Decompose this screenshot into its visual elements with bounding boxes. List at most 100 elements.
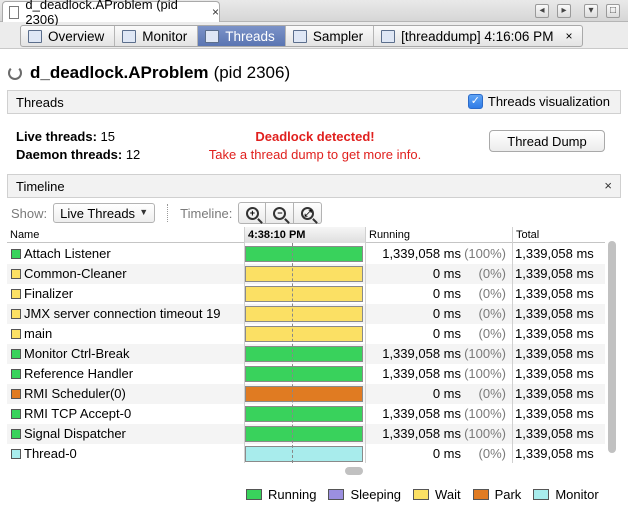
state-legend: Running Sleeping Wait Park Monitor xyxy=(246,487,611,502)
thread-name: Reference Handler xyxy=(24,366,134,381)
close-tab-icon[interactable]: × xyxy=(565,29,572,43)
table-row[interactable]: Reference Handler 1,339,058 ms (100%) 1,339… xyxy=(7,364,605,384)
close-icon[interactable]: × xyxy=(604,178,612,193)
timeline-section-title: Timeline xyxy=(16,178,65,194)
timeline-label: Timeline: xyxy=(180,205,233,221)
tab-list-icon[interactable]: ▾ xyxy=(584,4,598,18)
zoom-controls: + − ⤢ xyxy=(238,202,323,224)
zoom-out-button[interactable]: − xyxy=(266,202,295,224)
thread-name: RMI Scheduler(0) xyxy=(24,386,126,401)
zoom-in-icon: + xyxy=(245,206,259,220)
vertical-scrollbar[interactable] xyxy=(607,241,617,461)
thread-running-time: 1,339,058 ms xyxy=(382,366,461,381)
deadlock-hint: Take a thread dump to get more info. xyxy=(208,147,422,162)
thread-running-percent: (100%) xyxy=(464,246,506,261)
thread-name: Monitor Ctrl-Break xyxy=(24,346,130,361)
zoom-in-button[interactable]: + xyxy=(238,202,267,224)
column-name[interactable]: Name xyxy=(7,228,39,243)
view-tabs: Overview Monitor Threads Sampler [thread… xyxy=(20,25,584,47)
thread-state-swatch xyxy=(11,389,21,399)
show-select-value: Live Threads xyxy=(60,205,136,221)
table-row[interactable]: Attach Listener 1,339,058 ms (100%) 1,339,0… xyxy=(7,244,605,264)
table-row[interactable]: main 0 ms (0%) 1,339,058 ms xyxy=(7,324,605,344)
zoom-fit-button[interactable]: ⤢ xyxy=(294,202,323,224)
thread-name: Common-Cleaner xyxy=(24,266,127,281)
thread-state-swatch xyxy=(11,249,21,259)
thread-state-swatch xyxy=(11,309,21,319)
thread-timeline-bar xyxy=(245,326,363,342)
scroll-left-icon[interactable]: ◂ xyxy=(535,4,549,18)
thread-state-swatch xyxy=(11,349,21,359)
threads-icon xyxy=(205,29,220,43)
scroll-right-icon[interactable]: ▸ xyxy=(557,4,571,18)
thread-state-swatch xyxy=(11,289,21,299)
thread-state-swatch xyxy=(11,269,21,279)
thread-timeline-bar xyxy=(245,306,363,322)
thread-running-time: 0 ms xyxy=(432,306,461,321)
table-row[interactable]: JMX server connection timeout 19 0 ms (0%)… xyxy=(7,304,605,324)
legend-item-wait: Wait xyxy=(413,487,461,502)
table-row[interactable]: Monitor Ctrl-Break 1,339,058 ms (100%) 1,33… xyxy=(7,344,605,364)
thread-running-time: 1,339,058 ms xyxy=(382,426,461,441)
thread-name: JMX server connection timeout 19 xyxy=(24,306,221,321)
legend-item-monitor: Monitor xyxy=(533,487,599,502)
column-running[interactable]: Running xyxy=(365,228,410,243)
table-row[interactable]: Finalizer 0 ms (0%) 1,339,058 ms xyxy=(7,284,605,304)
app-pid: (pid 2306) xyxy=(213,63,291,82)
table-row[interactable]: Common-Cleaner 0 ms (0%) 1,339,058 ms xyxy=(7,264,605,284)
thread-running-time: 0 ms xyxy=(432,266,461,281)
monitor-icon xyxy=(122,29,137,43)
thread-state-swatch xyxy=(11,329,21,339)
table-row[interactable]: Signal Dispatcher 1,339,058 ms (100%) 1,339… xyxy=(7,424,605,444)
thread-timeline-bar xyxy=(245,426,363,442)
thread-timeline-bar xyxy=(245,386,363,402)
thread-timeline-bar xyxy=(245,446,363,462)
legend-item-running: Running xyxy=(246,487,316,502)
table-header: Name 4:38:10 PM Running Total xyxy=(7,227,605,243)
document-icon xyxy=(9,5,20,19)
thread-total-time: 1,339,058 ms xyxy=(515,246,594,261)
overview-icon xyxy=(28,29,42,43)
thread-running-time: 0 ms xyxy=(432,386,461,401)
thread-timeline-bar xyxy=(245,286,363,302)
document-tab[interactable]: d_deadlock.AProblem (pid 2306) × xyxy=(2,0,220,27)
thread-timeline-bar xyxy=(245,246,363,262)
thread-name: Finalizer xyxy=(24,286,74,301)
thread-running-percent: (0%) xyxy=(478,266,506,281)
checkbox-checked-icon[interactable]: ✓ xyxy=(467,94,483,109)
thread-total-time: 1,339,058 ms xyxy=(515,346,594,361)
thread-name: main xyxy=(24,326,53,341)
thread-running-percent: (0%) xyxy=(478,386,506,401)
table-row[interactable]: Thread-0 0 ms (0%) 1,339,058 ms xyxy=(7,444,605,463)
column-timeline[interactable]: 4:38:10 PM xyxy=(244,228,365,243)
thread-total-time: 1,339,058 ms xyxy=(515,286,594,301)
tab-threads[interactable]: Threads xyxy=(198,26,286,46)
deadlock-title: Deadlock detected! xyxy=(255,129,375,144)
thread-timeline-bar xyxy=(245,346,363,362)
thread-running-percent: (100%) xyxy=(464,406,506,421)
thread-total-time: 1,339,058 ms xyxy=(515,406,594,421)
show-select[interactable]: Live Threads ▼ xyxy=(53,203,156,223)
daemon-threads-value: 12 xyxy=(125,147,141,162)
thread-total-time: 1,339,058 ms xyxy=(515,366,594,381)
legend-label: Park xyxy=(494,487,522,502)
tab-overview[interactable]: Overview xyxy=(21,26,116,46)
tab-sampler[interactable]: Sampler xyxy=(286,26,375,46)
thread-running-time: 1,339,058 ms xyxy=(382,406,461,421)
column-divider xyxy=(512,227,513,463)
threads-visualization-toggle[interactable]: ✓ Threads visualization xyxy=(467,94,610,109)
table-row[interactable]: RMI Scheduler(0) 0 ms (0%) 1,339,058 ms xyxy=(7,384,605,404)
maximize-icon[interactable]: □ xyxy=(606,4,620,18)
tab-monitor[interactable]: Monitor xyxy=(115,26,199,46)
close-tab-icon[interactable]: × xyxy=(212,5,219,19)
vertical-scroll-thumb[interactable] xyxy=(608,241,616,453)
threaddump-icon xyxy=(381,29,396,43)
table-row[interactable]: RMI TCP Accept-0 1,339,058 ms (100%) 1,339,… xyxy=(7,404,605,424)
horizontal-scroll-thumb[interactable] xyxy=(345,467,363,475)
thread-running-percent: (0%) xyxy=(478,446,506,461)
thread-dump-button[interactable]: Thread Dump xyxy=(489,130,605,152)
legend-swatch xyxy=(246,489,262,500)
tab-threaddump[interactable]: [threaddump] 4:16:06 PM × xyxy=(374,26,582,46)
page-title: d_deadlock.AProblem (pid 2306) xyxy=(8,63,290,83)
column-total[interactable]: Total xyxy=(512,228,539,243)
